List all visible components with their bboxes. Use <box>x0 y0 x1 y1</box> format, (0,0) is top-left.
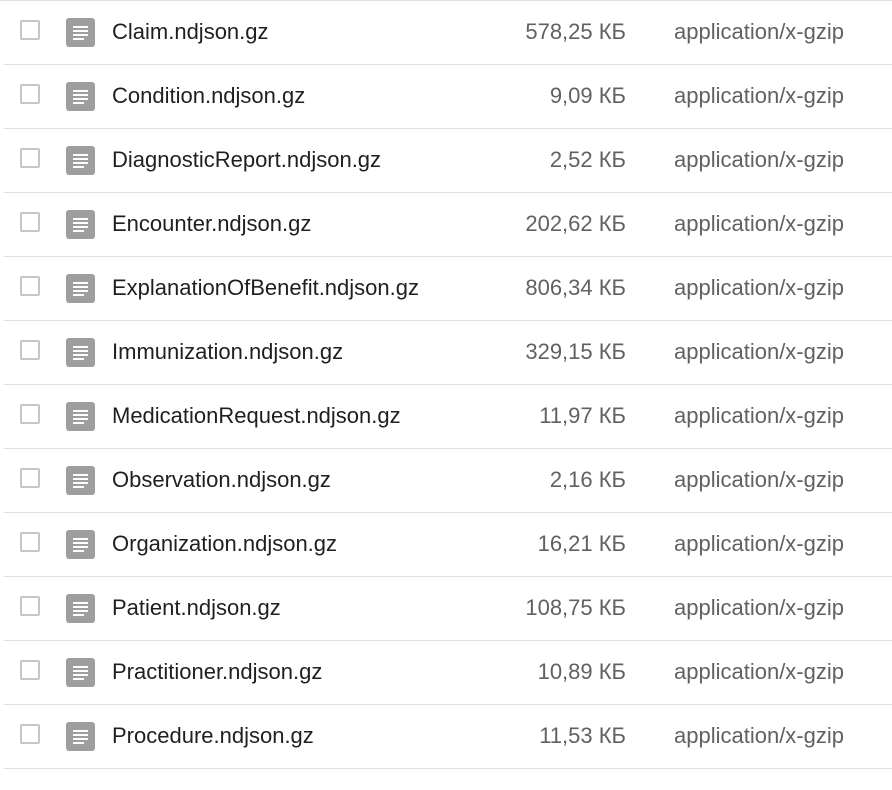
file-type: application/x-gzip <box>674 339 844 364</box>
file-document-icon <box>66 722 95 751</box>
file-row[interactable]: Encounter.ndjson.gz 202,62 КБ applicatio… <box>4 193 892 257</box>
row-checkbox[interactable] <box>20 148 40 168</box>
file-document-icon <box>66 274 95 303</box>
row-checkbox[interactable] <box>20 212 40 232</box>
file-name-link[interactable]: DiagnosticReport.ndjson.gz <box>112 147 381 173</box>
row-checkbox[interactable] <box>20 20 40 40</box>
file-size: 108,75 КБ <box>525 595 626 620</box>
file-name-link[interactable]: Patient.ndjson.gz <box>112 595 281 621</box>
file-document-icon <box>66 658 95 687</box>
file-type: application/x-gzip <box>674 659 844 684</box>
file-name-link[interactable]: Condition.ndjson.gz <box>112 83 305 109</box>
file-name-link[interactable]: Organization.ndjson.gz <box>112 531 337 557</box>
file-size: 806,34 КБ <box>525 275 626 300</box>
file-size: 11,53 КБ <box>539 723 626 748</box>
file-document-icon <box>66 466 95 495</box>
file-type: application/x-gzip <box>674 211 844 236</box>
file-type: application/x-gzip <box>674 19 844 44</box>
file-size: 9,09 КБ <box>549 83 626 108</box>
file-size: 202,62 КБ <box>525 211 626 236</box>
file-document-icon <box>66 82 95 111</box>
file-row[interactable]: Organization.ndjson.gz 16,21 КБ applicat… <box>4 513 892 577</box>
row-checkbox[interactable] <box>20 532 40 552</box>
file-type: application/x-gzip <box>674 467 844 492</box>
file-size: 16,21 КБ <box>537 531 626 556</box>
file-type: application/x-gzip <box>674 403 844 428</box>
row-checkbox[interactable] <box>20 404 40 424</box>
file-type: application/x-gzip <box>674 83 844 108</box>
file-row[interactable]: Observation.ndjson.gz 2,16 КБ applicatio… <box>4 449 892 513</box>
file-size: 578,25 КБ <box>525 19 626 44</box>
file-document-icon <box>66 18 95 47</box>
file-size: 2,16 КБ <box>549 467 626 492</box>
file-name-link[interactable]: Practitioner.ndjson.gz <box>112 659 322 685</box>
file-row[interactable]: Patient.ndjson.gz 108,75 КБ application/… <box>4 577 892 641</box>
file-name-link[interactable]: Claim.ndjson.gz <box>112 19 269 45</box>
row-checkbox[interactable] <box>20 340 40 360</box>
file-document-icon <box>66 338 95 367</box>
row-checkbox[interactable] <box>20 84 40 104</box>
file-name-link[interactable]: Observation.ndjson.gz <box>112 467 331 493</box>
file-row[interactable]: Procedure.ndjson.gz 11,53 КБ application… <box>4 705 892 769</box>
file-name-link[interactable]: MedicationRequest.ndjson.gz <box>112 403 401 429</box>
file-size: 329,15 КБ <box>525 339 626 364</box>
file-name-link[interactable]: Procedure.ndjson.gz <box>112 723 314 749</box>
file-type: application/x-gzip <box>674 275 844 300</box>
file-name-link[interactable]: Encounter.ndjson.gz <box>112 211 311 237</box>
file-name-link[interactable]: Immunization.ndjson.gz <box>112 339 343 365</box>
file-row[interactable]: Claim.ndjson.gz 578,25 КБ application/x-… <box>4 1 892 65</box>
file-row[interactable]: ExplanationOfBenefit.ndjson.gz 806,34 КБ… <box>4 257 892 321</box>
file-row[interactable]: MedicationRequest.ndjson.gz 11,97 КБ app… <box>4 385 892 449</box>
file-row[interactable]: Practitioner.ndjson.gz 10,89 КБ applicat… <box>4 641 892 705</box>
row-checkbox[interactable] <box>20 276 40 296</box>
file-type: application/x-gzip <box>674 531 844 556</box>
file-size: 10,89 КБ <box>537 659 626 684</box>
file-document-icon <box>66 210 95 239</box>
file-document-icon <box>66 146 95 175</box>
file-document-icon <box>66 530 95 559</box>
row-checkbox[interactable] <box>20 724 40 744</box>
file-document-icon <box>66 594 95 623</box>
file-size: 11,97 КБ <box>539 403 626 428</box>
file-name-link[interactable]: ExplanationOfBenefit.ndjson.gz <box>112 275 419 301</box>
file-type: application/x-gzip <box>674 723 844 748</box>
file-document-icon <box>66 402 95 431</box>
row-checkbox[interactable] <box>20 660 40 680</box>
file-row[interactable]: Immunization.ndjson.gz 329,15 КБ applica… <box>4 321 892 385</box>
file-list: Claim.ndjson.gz 578,25 КБ application/x-… <box>0 0 892 769</box>
file-type: application/x-gzip <box>674 595 844 620</box>
file-size: 2,52 КБ <box>549 147 626 172</box>
file-row[interactable]: DiagnosticReport.ndjson.gz 2,52 КБ appli… <box>4 129 892 193</box>
file-row[interactable]: Condition.ndjson.gz 9,09 КБ application/… <box>4 65 892 129</box>
file-type: application/x-gzip <box>674 147 844 172</box>
row-checkbox[interactable] <box>20 596 40 616</box>
row-checkbox[interactable] <box>20 468 40 488</box>
